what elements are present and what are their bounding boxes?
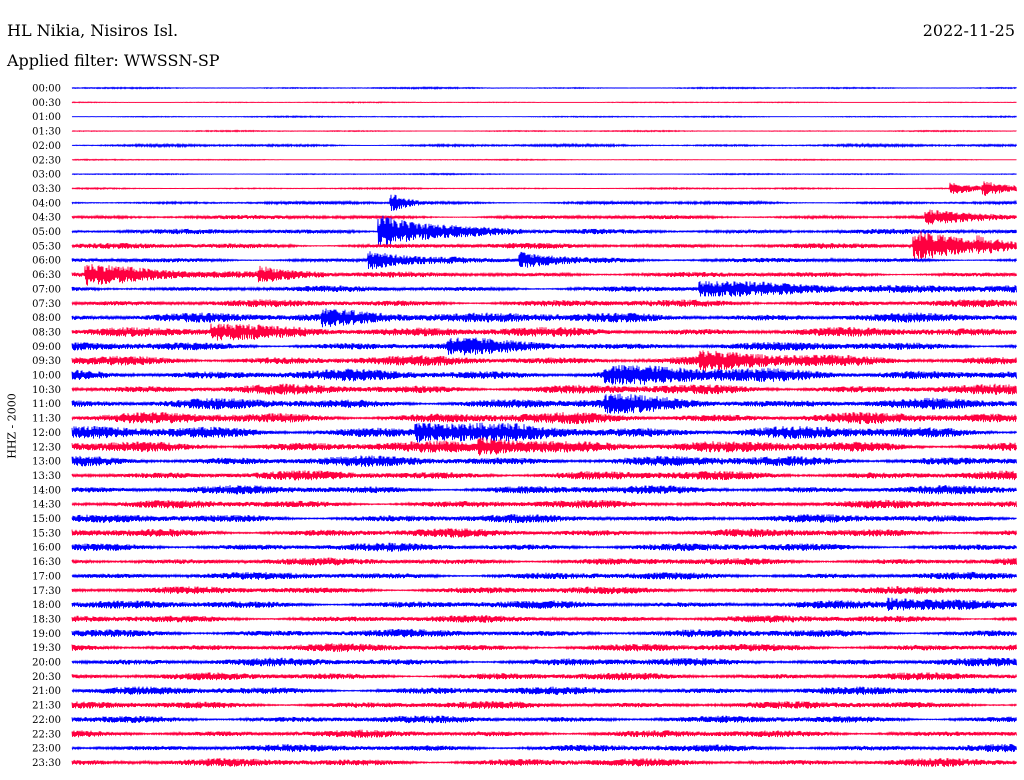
trace-row-1400 — [71, 485, 1017, 495]
trace-row-1700 — [71, 571, 1017, 580]
time-tick-label: 19:30 — [32, 643, 61, 654]
time-tick-label: 11:00 — [32, 399, 61, 410]
time-tick-label: 23:00 — [32, 744, 61, 755]
trace-row-2230 — [71, 729, 1017, 738]
seismogram-traces — [71, 86, 1017, 767]
trace-row-1300 — [71, 455, 1017, 467]
time-tick-label: 06:30 — [32, 270, 61, 281]
trace-row-1530 — [71, 528, 1017, 538]
trace-row-2000 — [71, 657, 1017, 667]
time-tick-label: 07:00 — [32, 284, 61, 295]
time-tick-label: 03:30 — [32, 184, 61, 195]
trace-row-1100 — [71, 393, 1017, 414]
time-tick-label: 20:30 — [32, 672, 61, 683]
time-tick-label: 09:30 — [32, 356, 61, 367]
trace-row-1000 — [71, 365, 1017, 385]
time-tick-label: 11:30 — [32, 414, 61, 425]
time-tick-label: 10:00 — [32, 371, 61, 382]
time-tick-label: 00:00 — [32, 84, 61, 95]
time-tick-label: 15:00 — [32, 514, 61, 525]
trace-row-0530 — [71, 231, 1017, 261]
trace-row-2200 — [71, 715, 1017, 724]
time-tick-label: 17:30 — [32, 586, 61, 597]
trace-row-0830 — [71, 323, 1017, 341]
trace-row-1130 — [71, 411, 1017, 425]
trace-row-1030 — [71, 383, 1017, 395]
time-tick-label: 22:30 — [32, 729, 61, 740]
time-tick-label: 07:30 — [32, 299, 61, 310]
trace-row-1330 — [71, 470, 1017, 481]
time-tick-label: 04:00 — [32, 198, 61, 209]
time-tick-label: 13:30 — [32, 471, 61, 482]
trace-row-1900 — [71, 628, 1017, 638]
time-tick-label: 12:30 — [32, 442, 61, 453]
time-tick-label: 15:30 — [32, 528, 61, 539]
trace-row-0030 — [71, 101, 1017, 104]
trace-row-0300 — [71, 172, 1017, 176]
time-tick-label: 02:30 — [32, 155, 61, 166]
trace-row-0500 — [71, 215, 1017, 247]
trace-row-1500 — [71, 514, 1017, 524]
time-tick-label: 01:30 — [32, 127, 61, 138]
trace-row-0230 — [71, 158, 1017, 162]
trace-row-1430 — [71, 499, 1017, 509]
time-tick-label: 08:00 — [32, 313, 61, 324]
time-tick-label: 01:00 — [32, 112, 61, 123]
trace-row-2030 — [71, 672, 1017, 681]
time-tick-label: 10:30 — [32, 385, 61, 396]
time-tick-label: 18:00 — [32, 600, 61, 611]
trace-row-1600 — [71, 542, 1017, 552]
time-tick-labels: 00:00 00:30 01:00 01:30 02:00 02:30 03:00 03:30… — [32, 84, 61, 769]
trace-row-1730 — [71, 586, 1017, 595]
trace-row-2330 — [71, 757, 1017, 767]
trace-row-0930 — [71, 350, 1017, 372]
trace-row-1830 — [71, 614, 1017, 623]
trace-row-0700 — [71, 281, 1017, 297]
time-tick-label: 21:30 — [32, 701, 61, 712]
time-tick-label: 20:00 — [32, 658, 61, 669]
trace-row-1800 — [71, 597, 1017, 612]
trace-row-0600 — [71, 251, 1017, 270]
time-tick-label: 17:00 — [32, 571, 61, 582]
time-tick-label: 14:30 — [32, 500, 61, 511]
trace-row-1200 — [71, 422, 1017, 443]
trace-row-1630 — [71, 557, 1017, 566]
time-tick-label: 06:00 — [32, 256, 61, 267]
time-tick-label: 03:00 — [32, 170, 61, 181]
time-tick-label: 23:30 — [32, 758, 61, 769]
trace-row-0430 — [71, 209, 1017, 225]
trace-row-0800 — [71, 308, 1017, 328]
time-tick-label: 08:30 — [32, 327, 61, 338]
trace-row-0200 — [71, 142, 1017, 149]
time-tick-label: 18:30 — [32, 614, 61, 625]
time-tick-label: 02:00 — [32, 141, 61, 152]
trace-row-0130 — [71, 129, 1017, 133]
time-tick-label: 19:00 — [32, 629, 61, 640]
time-tick-label: 12:00 — [32, 428, 61, 439]
trace-row-2130 — [71, 700, 1017, 709]
trace-row-1230 — [71, 437, 1017, 456]
time-tick-label: 21:00 — [32, 686, 61, 697]
time-tick-label: 09:00 — [32, 342, 61, 353]
trace-row-0100 — [71, 115, 1017, 119]
trace-row-1930 — [71, 643, 1017, 653]
time-tick-label: 14:00 — [32, 485, 61, 496]
trace-row-0330 — [71, 181, 1017, 196]
seismogram-plot: 00:00 00:30 01:00 01:30 02:00 02:30 03:00 03:30… — [32, 84, 1017, 769]
time-tick-label: 16:00 — [32, 543, 61, 554]
time-tick-label: 05:00 — [32, 227, 61, 238]
time-tick-label: 00:30 — [32, 98, 61, 109]
trace-row-2100 — [71, 686, 1017, 695]
trace-row-2300 — [71, 743, 1017, 753]
trace-row-0900 — [71, 337, 1017, 356]
trace-row-0000 — [71, 86, 1017, 90]
trace-row-0630 — [71, 264, 1017, 286]
trace-row-0400 — [71, 194, 1017, 212]
time-tick-label: 04:30 — [32, 213, 61, 224]
trace-row-0730 — [71, 299, 1017, 308]
time-tick-label: 05:30 — [32, 241, 61, 252]
time-tick-label: 13:00 — [32, 457, 61, 468]
time-tick-label: 16:30 — [32, 557, 61, 568]
time-tick-label: 22:00 — [32, 715, 61, 726]
